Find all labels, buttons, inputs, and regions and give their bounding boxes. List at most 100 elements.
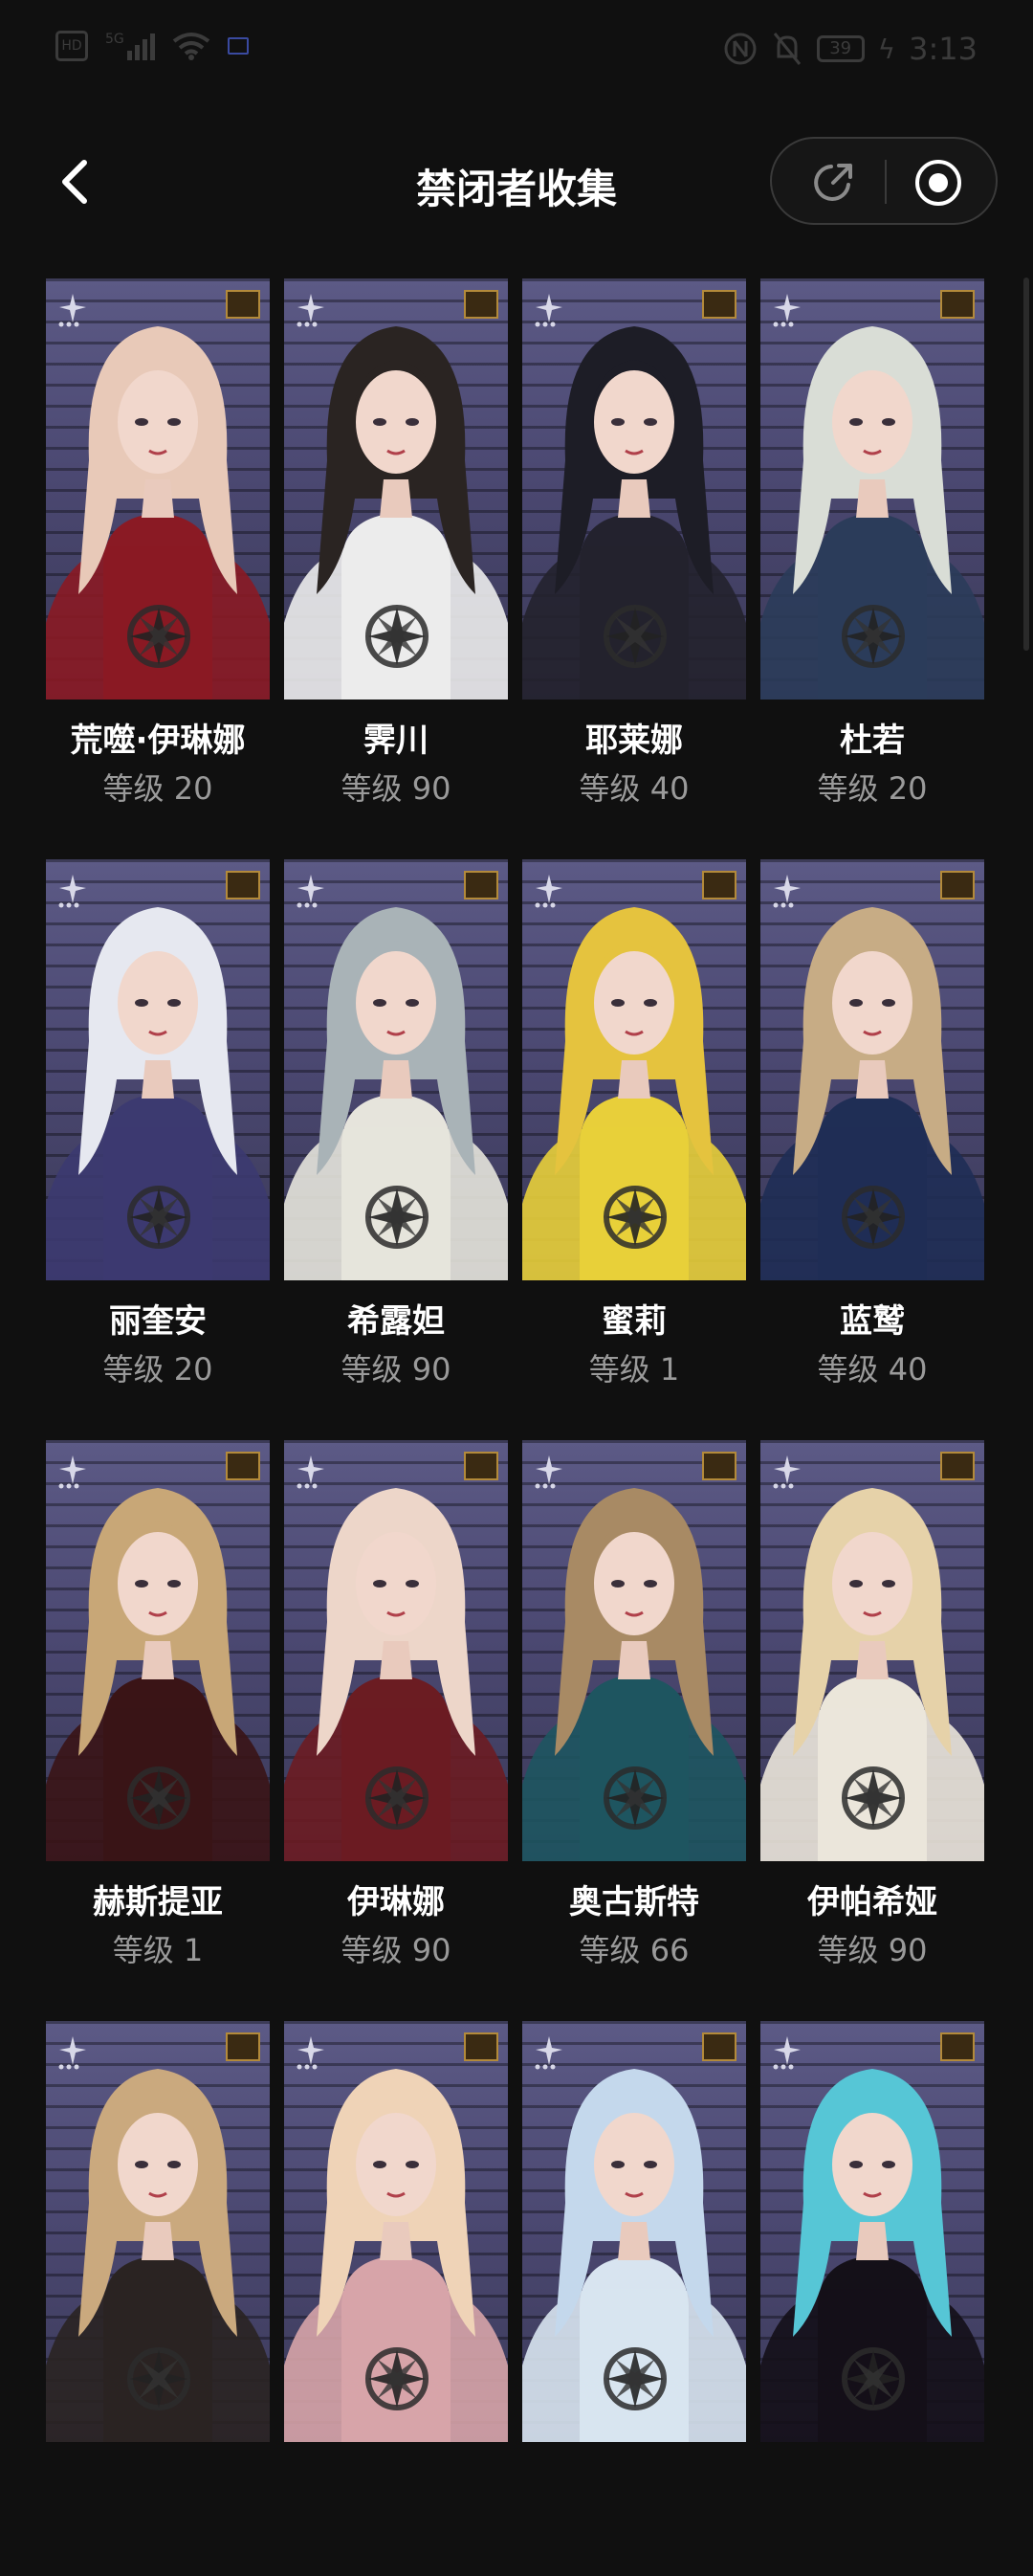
character-name: 丽奎安 — [109, 1302, 207, 1341]
star-emblem-icon — [842, 605, 905, 668]
character-level: 等级 20 — [102, 1351, 213, 1388]
character-name: 荒噬·伊琳娜 — [70, 722, 246, 760]
character-card[interactable]: 耶莱娜 等级 40 — [522, 278, 746, 833]
character-portrait[interactable] — [522, 859, 746, 1280]
character-portrait[interactable] — [284, 278, 508, 700]
character-card[interactable] — [284, 2021, 508, 2576]
character-name: 杜若 — [840, 722, 905, 760]
character-portrait[interactable] — [760, 859, 984, 1280]
character-card[interactable]: 伊琳娜 等级 90 — [284, 1440, 508, 1995]
character-level: 等级 20 — [817, 770, 928, 807]
share-icon[interactable] — [808, 158, 858, 208]
faction-badge-icon — [702, 290, 736, 319]
character-level: 等级 40 — [579, 770, 690, 807]
star-emblem-icon — [365, 1766, 429, 1830]
rarity-icon — [297, 875, 324, 908]
faction-badge-icon — [226, 290, 260, 319]
faction-badge-icon — [226, 871, 260, 899]
character-card[interactable]: 奥古斯特 等级 66 — [522, 1440, 746, 1995]
character-portrait[interactable] — [522, 2021, 746, 2442]
character-portrait[interactable] — [284, 1440, 508, 1861]
faction-badge-icon — [940, 290, 975, 319]
character-portrait[interactable] — [522, 278, 746, 700]
rarity-icon — [773, 1455, 801, 1489]
character-portrait[interactable] — [46, 2021, 270, 2442]
network-label: 5G — [105, 32, 124, 47]
capsule-menu — [770, 137, 998, 225]
star-emblem-icon — [842, 2347, 905, 2410]
mute-icon — [773, 33, 801, 65]
character-level: 等级 90 — [341, 1932, 451, 1968]
star-emblem-icon — [842, 1186, 905, 1249]
character-card[interactable]: 赫斯提亚 等级 1 — [46, 1440, 270, 1995]
character-card[interactable]: 伊帕希娅 等级 90 — [760, 1440, 984, 1995]
star-emblem-icon — [604, 1766, 667, 1830]
character-portrait[interactable] — [46, 1440, 270, 1861]
character-card[interactable] — [46, 2021, 270, 2576]
rarity-icon — [58, 1455, 86, 1489]
character-card[interactable]: 蓝鹫 等级 40 — [760, 859, 984, 1414]
character-level: 等级 90 — [341, 1351, 451, 1388]
rarity-icon — [297, 294, 324, 327]
app-header: 禁闭者收集 — [0, 124, 1033, 239]
battery-icon: 39 — [816, 35, 865, 62]
star-emblem-icon — [604, 605, 667, 668]
character-portrait[interactable] — [760, 278, 984, 700]
capsule-divider — [885, 160, 887, 204]
rarity-icon — [773, 294, 801, 327]
screen-record-icon — [227, 37, 249, 55]
character-name: 霁川 — [363, 722, 429, 760]
rarity-icon — [535, 1455, 562, 1489]
character-name: 蓝鹫 — [840, 1302, 905, 1341]
character-level: 等级 90 — [341, 770, 451, 807]
character-level: 等级 40 — [817, 1351, 928, 1388]
character-portrait[interactable] — [284, 2021, 508, 2442]
rarity-icon — [773, 2036, 801, 2070]
signal-5g-icon: 5G — [105, 32, 155, 60]
character-card[interactable]: 杜若 等级 20 — [760, 278, 984, 833]
faction-badge-icon — [940, 871, 975, 899]
clock: 3:13 — [909, 31, 978, 67]
rarity-icon — [535, 875, 562, 908]
faction-badge-icon — [940, 2032, 975, 2061]
star-emblem-icon — [365, 605, 429, 668]
character-name: 伊帕希娅 — [807, 1883, 937, 1921]
character-portrait[interactable] — [760, 1440, 984, 1861]
character-card[interactable]: 霁川 等级 90 — [284, 278, 508, 833]
faction-badge-icon — [226, 2032, 260, 2061]
character-portrait[interactable] — [284, 859, 508, 1280]
character-card[interactable]: 希露妲 等级 90 — [284, 859, 508, 1414]
star-emblem-icon — [365, 2347, 429, 2410]
character-portrait[interactable] — [46, 859, 270, 1280]
character-card[interactable] — [522, 2021, 746, 2576]
star-emblem-icon — [127, 1186, 190, 1249]
star-emblem-icon — [842, 1766, 905, 1830]
character-name: 希露妲 — [347, 1302, 445, 1341]
character-portrait[interactable] — [522, 1440, 746, 1861]
faction-badge-icon — [464, 290, 498, 319]
character-card[interactable]: 蜜莉 等级 1 — [522, 859, 746, 1414]
faction-badge-icon — [702, 1452, 736, 1480]
character-card[interactable] — [760, 2021, 984, 2576]
rarity-icon — [535, 294, 562, 327]
faction-badge-icon — [940, 1452, 975, 1480]
target-icon[interactable] — [913, 158, 963, 208]
character-card[interactable]: 丽奎安 等级 20 — [46, 859, 270, 1414]
charging-icon: ϟ — [877, 33, 896, 65]
character-name: 蜜莉 — [602, 1302, 667, 1341]
star-emblem-icon — [365, 1186, 429, 1249]
character-card[interactable]: 荒噬·伊琳娜 等级 20 — [46, 278, 270, 833]
star-emblem-icon — [604, 2347, 667, 2410]
character-level: 等级 20 — [102, 770, 213, 807]
rarity-icon — [58, 875, 86, 908]
status-left: HD 5G — [55, 31, 249, 61]
character-name: 赫斯提亚 — [93, 1883, 223, 1921]
faction-badge-icon — [226, 1452, 260, 1480]
faction-badge-icon — [702, 2032, 736, 2061]
character-level: 等级 1 — [588, 1351, 680, 1388]
character-level: 等级 90 — [817, 1932, 928, 1968]
character-portrait[interactable] — [46, 278, 270, 700]
scrollbar[interactable] — [1023, 278, 1029, 651]
character-portrait[interactable] — [760, 2021, 984, 2442]
hd-icon: HD — [55, 31, 88, 61]
